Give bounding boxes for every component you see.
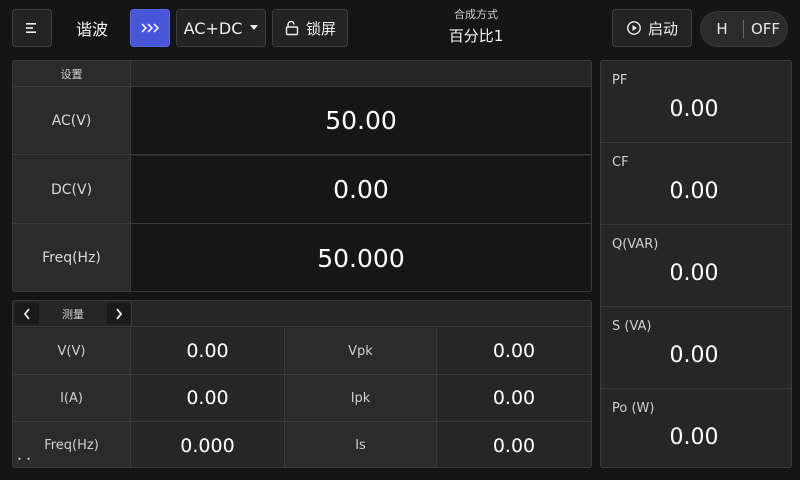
readout-label: S (VA) — [612, 319, 652, 334]
measure-value: 0.00 — [437, 422, 591, 467]
chevron-right-icon — [116, 308, 123, 320]
readout-label: PF — [612, 73, 628, 88]
measure-value: 0.00 — [437, 375, 591, 421]
menu-button[interactable] — [12, 9, 52, 47]
readout-value: 0.00 — [669, 343, 719, 368]
caret-down-icon — [250, 25, 259, 30]
measure-row: V(V) 0.00 Vpk 0.00 — [13, 328, 591, 375]
header-divider — [131, 301, 132, 327]
measure-value: 0.000 — [131, 422, 285, 467]
start-label: 启动 — [647, 19, 678, 38]
compose-mode-value: 百分比1 — [448, 27, 504, 45]
compose-mode-indicator: 合成方式 百分比1 — [416, 6, 536, 46]
setting-value-ac[interactable]: 50.00 — [131, 87, 591, 154]
readout-pf: PF 0.00 — [601, 61, 791, 143]
measure-label: Vpk — [285, 328, 437, 374]
lock-screen-button[interactable]: 锁屏 — [272, 9, 348, 47]
measure-label: Is — [285, 422, 437, 467]
setting-value-dc[interactable]: 0.00 — [131, 156, 591, 223]
chevron-left-icon — [23, 308, 30, 320]
play-circle-icon — [627, 21, 641, 35]
triple-chevron-right-icon — [141, 23, 160, 33]
setting-value-freq[interactable]: 50.000 — [131, 224, 591, 291]
measure-value: 0.00 — [131, 375, 285, 421]
next-page-button[interactable] — [107, 303, 131, 325]
measure-label: I(A) — [13, 375, 131, 421]
lock-screen-label: 锁屏 — [305, 19, 336, 38]
settings-header-fill — [131, 61, 591, 87]
readout-value: 0.00 — [669, 425, 719, 450]
measure-label: V(V) — [13, 328, 131, 374]
power-readout-panel: PF 0.00 CF 0.00 Q(VAR) 0.00 S (VA) 0.00 … — [600, 60, 792, 468]
output-toggle[interactable]: H OFF — [700, 11, 788, 47]
readout-po: Po (W) 0.00 — [601, 389, 791, 467]
setting-row-ac: AC(V) 50.00 — [13, 87, 591, 155]
setting-row-freq: Freq(Hz) 50.000 — [13, 224, 591, 291]
acdc-mode-dropdown[interactable]: AC+DC — [176, 9, 266, 47]
readout-value: 0.00 — [669, 179, 719, 204]
measure-value: 0.00 — [437, 328, 591, 374]
mode-title: 谐波 — [75, 20, 108, 39]
readout-s: S (VA) 0.00 — [601, 307, 791, 389]
start-button[interactable]: 启动 — [612, 9, 692, 47]
readout-q: Q(VAR) 0.00 — [601, 225, 791, 307]
setting-row-dc: DC(V) 0.00 — [13, 156, 591, 224]
acdc-mode-label: AC+DC — [183, 18, 243, 38]
measure-header: 测量 — [13, 301, 591, 327]
top-toolbar: 谐波 AC+DC 锁屏 合成方式 百分比1 启动 H OFF — [0, 0, 800, 56]
output-state-label: OFF — [750, 20, 781, 38]
measure-row: I(A) 0.00 Ipk 0.00 — [13, 375, 591, 422]
compose-mode-caption: 合成方式 — [454, 8, 498, 21]
measure-panel: 测量 V(V) 0.00 Vpk 0.00 I(A) 0.00 Ipk 0.00… — [12, 300, 592, 468]
prev-page-button[interactable] — [15, 303, 39, 325]
measure-value: 0.00 — [131, 328, 285, 374]
setting-label: Freq(Hz) — [13, 224, 131, 291]
menu-icon — [26, 23, 36, 33]
range-label: H — [716, 20, 728, 38]
readout-cf: CF 0.00 — [601, 143, 791, 225]
unlock-icon — [285, 20, 299, 36]
setting-label: DC(V) — [13, 156, 131, 223]
settings-panel: 设置 AC(V) 50.00 DC(V) 0.00 Freq(Hz) 50.00… — [12, 60, 592, 292]
readout-label: Q(VAR) — [612, 237, 659, 252]
readout-label: Po (W) — [612, 401, 655, 416]
settings-header: 设置 — [13, 61, 131, 87]
measure-label: Ipk — [285, 375, 437, 421]
measure-title: 测量 — [62, 308, 84, 321]
readout-value: 0.00 — [669, 261, 719, 286]
setting-label: AC(V) — [13, 87, 131, 154]
page-indicator: • • — [17, 455, 32, 464]
readout-value: 0.00 — [669, 97, 719, 122]
measure-row: Freq(Hz) 0.000 Is 0.00 — [13, 422, 591, 467]
readout-label: CF — [612, 155, 629, 170]
forward-button[interactable] — [130, 9, 170, 47]
